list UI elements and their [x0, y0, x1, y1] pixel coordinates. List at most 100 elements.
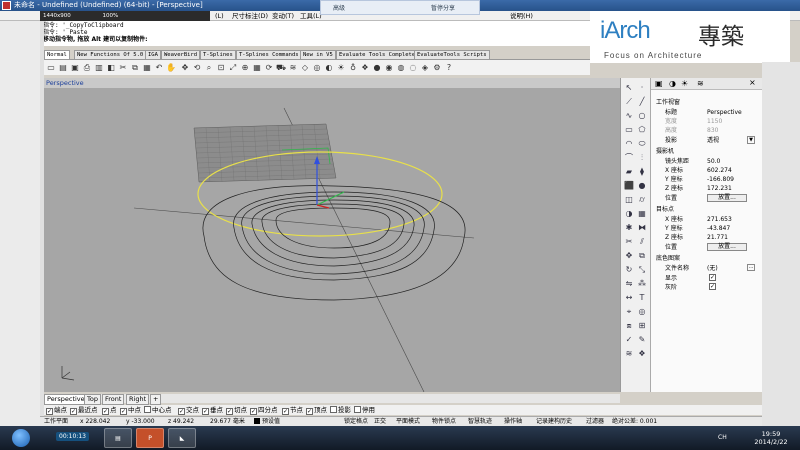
- target-y-value[interactable]: -43.847: [707, 224, 730, 233]
- extrude-icon[interactable]: ⬛: [623, 180, 635, 192]
- new-file-icon[interactable]: ▭: [46, 63, 56, 73]
- zoom-selected-icon[interactable]: ⊕: [240, 63, 250, 73]
- taskbar-explorer-icon[interactable]: ▤: [104, 428, 132, 448]
- offset-icon[interactable]: ⫶: [636, 152, 648, 164]
- system-clock[interactable]: 19:59 2014/2/22: [748, 430, 794, 446]
- split-icon[interactable]: ⫽: [636, 236, 648, 248]
- car-icon[interactable]: ⛟: [276, 63, 286, 73]
- viewport-label[interactable]: Perspective: [46, 78, 84, 88]
- help-icon[interactable]: ?: [444, 63, 454, 73]
- input-language[interactable]: CH: [718, 434, 727, 441]
- scale-icon[interactable]: ⤡: [636, 264, 648, 276]
- tab-evaluate-scripts[interactable]: EvaluateTools Scripts: [414, 50, 490, 59]
- osnap-tan[interactable]: ✓ 切点: [226, 405, 247, 415]
- cplane-icon[interactable]: ◇: [300, 63, 310, 73]
- tab-tsplines-commands[interactable]: T-Splines Commands: [236, 50, 302, 59]
- select-arrow-icon[interactable]: ↖: [623, 82, 635, 94]
- render-icon[interactable]: ●: [372, 63, 382, 73]
- block-icon[interactable]: ⊞: [636, 320, 648, 332]
- copy-tool-icon[interactable]: ⧉: [636, 250, 648, 262]
- properties-tab-icon[interactable]: ▣: [655, 79, 663, 88]
- rendered-icon[interactable]: ◍: [396, 63, 406, 73]
- color-icon[interactable]: ◐: [324, 63, 334, 73]
- line-icon[interactable]: ╱: [636, 96, 648, 108]
- save-icon[interactable]: ▣: [70, 63, 80, 73]
- target-z-value[interactable]: 21.771: [707, 233, 728, 242]
- xray-icon[interactable]: ◈: [420, 63, 430, 73]
- curve-icon[interactable]: ∿: [623, 110, 635, 122]
- camera-place-button[interactable]: 放置...: [707, 194, 747, 202]
- osnap-point[interactable]: ✓ 点: [102, 405, 117, 415]
- mesh-icon[interactable]: ▦: [636, 208, 648, 220]
- show-checkbox[interactable]: ✓: [709, 274, 716, 281]
- material-tool-icon[interactable]: ❖: [636, 348, 648, 360]
- material-icon[interactable]: ❖: [360, 63, 370, 73]
- layer-icon[interactable]: ≋: [288, 63, 298, 73]
- undo-view-icon[interactable]: ⟳: [264, 63, 274, 73]
- projection-select[interactable]: 透视: [707, 136, 719, 145]
- check-icon[interactable]: ✓: [623, 334, 635, 346]
- recorder-advanced[interactable]: 高级: [333, 3, 345, 12]
- surface-icon[interactable]: ▰: [623, 166, 635, 178]
- tab-evaluate-complete[interactable]: Evaluate Tools Complete: [336, 50, 419, 59]
- command-prompt[interactable]: 移动指令物, 拖放 Alt 建司以复制物件:: [43, 36, 587, 43]
- undo-icon[interactable]: ↶: [154, 63, 164, 73]
- shaded-icon[interactable]: ◉: [384, 63, 394, 73]
- menu-item-help[interactable]: 说明(H): [510, 11, 533, 21]
- tab-iga[interactable]: IGA: [145, 50, 161, 59]
- command-history[interactable]: 指令: '_CopyToClipboard 指令: '_Paste 移动指令物,…: [40, 21, 590, 46]
- pencil-icon[interactable]: ✎: [636, 334, 648, 346]
- tab-front[interactable]: Front: [102, 394, 125, 405]
- analyze-icon[interactable]: ⌖: [623, 306, 635, 318]
- tab-weaverbird[interactable]: WeaverBird: [161, 50, 201, 59]
- start-button[interactable]: [12, 429, 30, 447]
- paste-icon[interactable]: ▦: [142, 63, 152, 73]
- viewport-title-bar[interactable]: Perspective: [44, 78, 620, 88]
- rotate-icon[interactable]: ↻: [623, 264, 635, 276]
- target-icon[interactable]: ◎: [312, 63, 322, 73]
- join-icon[interactable]: ⧓: [636, 222, 648, 234]
- import-icon[interactable]: ▥: [94, 63, 104, 73]
- move-tool-icon[interactable]: ✥: [623, 250, 635, 262]
- chevron-down-icon[interactable]: ▼: [747, 136, 755, 144]
- browse-button[interactable]: ...: [747, 264, 755, 271]
- recorder-pause-share[interactable]: 暂停分享: [431, 3, 455, 12]
- layer-tab-icon[interactable]: ≋: [697, 79, 704, 88]
- ghosted-icon[interactable]: ◌: [408, 63, 418, 73]
- zoom-icon[interactable]: ⌕: [204, 63, 214, 73]
- lens-value[interactable]: 50.0: [707, 157, 720, 166]
- add-viewport-icon[interactable]: +: [150, 394, 162, 405]
- tab-normal[interactable]: Normal: [44, 50, 70, 59]
- array-icon[interactable]: ⁂: [636, 278, 648, 290]
- title-value[interactable]: Perspective: [707, 108, 742, 117]
- polyline-icon[interactable]: ⟋: [623, 96, 635, 108]
- light-icon[interactable]: ☀: [336, 63, 346, 73]
- grayscale-checkbox[interactable]: ✓: [709, 283, 716, 290]
- cylinder-icon[interactable]: ⌭: [636, 194, 648, 206]
- camera-y-value[interactable]: -166.809: [707, 175, 734, 184]
- tab-right[interactable]: Right: [126, 394, 150, 405]
- osnap-vertex[interactable]: ✓ 顶点: [306, 405, 327, 415]
- file-name-value[interactable]: (无): [707, 264, 718, 273]
- osnap-project[interactable]: 投影: [330, 405, 351, 415]
- light-tab-icon[interactable]: ☀: [681, 79, 688, 88]
- rotate-view-icon[interactable]: ⟲: [192, 63, 202, 73]
- rectangle-icon[interactable]: ▭: [623, 124, 635, 136]
- copy-icon[interactable]: ⧉: [130, 63, 140, 73]
- osnap-intersection[interactable]: ✓ 交点: [178, 405, 199, 415]
- dimension-icon[interactable]: ↔: [623, 292, 635, 304]
- panel-close-icon[interactable]: ×: [749, 78, 756, 87]
- menu-item-tools[interactable]: 工具(L): [300, 11, 322, 21]
- osnap-mid[interactable]: ✓ 中点: [120, 405, 141, 415]
- circle-icon[interactable]: ○: [636, 110, 648, 122]
- target-x-value[interactable]: 271.653: [707, 215, 732, 224]
- taskbar-rhino-icon[interactable]: ◣: [168, 428, 196, 448]
- perspective-viewport[interactable]: [44, 88, 620, 392]
- text-icon[interactable]: T: [636, 292, 648, 304]
- osnap-perp[interactable]: ✓ 垂点: [202, 405, 223, 415]
- tab-new-in-v5[interactable]: New in V5: [300, 50, 336, 59]
- cut-icon[interactable]: ✂: [118, 63, 128, 73]
- loft-icon[interactable]: ⧫: [636, 166, 648, 178]
- osnap-near[interactable]: ✓ 最近点: [70, 405, 98, 415]
- options-icon[interactable]: ⚙: [432, 63, 442, 73]
